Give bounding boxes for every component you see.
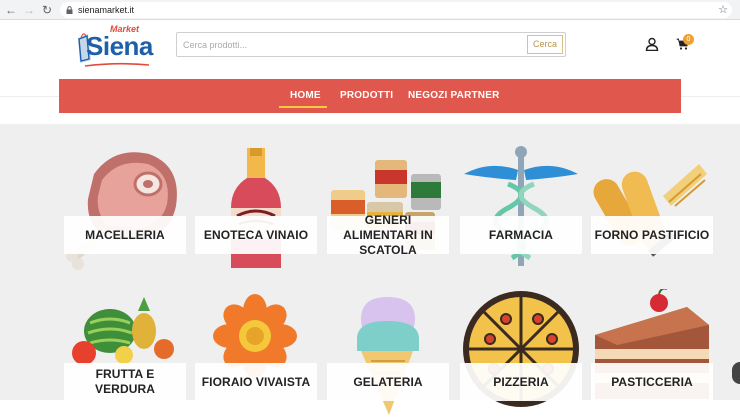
logo-siena-text: Siena — [86, 31, 153, 61]
reload-icon[interactable]: ↻ — [40, 3, 54, 17]
floating-chat-button[interactable] — [732, 362, 740, 384]
caduceus-icon — [464, 146, 578, 266]
category-tile-enoteca[interactable]: ENOTECA VINAIO — [195, 144, 317, 274]
category-label: PASTICCERIA — [591, 363, 713, 401]
back-icon[interactable]: ← — [4, 3, 18, 17]
category-label: FARMACIA — [460, 216, 582, 254]
search-button[interactable]: Cerca — [527, 35, 563, 54]
cart-count-badge: 0 — [683, 34, 694, 45]
site-logo[interactable]: Market Siena — [76, 24, 156, 68]
address-bar[interactable]: sienamarket.it ☆ — [60, 2, 732, 18]
category-label: GENERI ALIMENTARI IN SCATOLA — [327, 213, 449, 257]
category-label: FORNO PASTIFICIO — [591, 216, 713, 254]
browser-toolbar: ← → ↻ sienamarket.it ☆ — [0, 0, 740, 20]
wine-bottle-icon — [231, 148, 281, 268]
bread-icon — [593, 164, 707, 257]
category-tile-farmacia[interactable]: FARMACIA — [460, 144, 582, 274]
logo-swoosh — [84, 62, 150, 67]
lock-icon — [66, 6, 73, 14]
user-account-icon[interactable] — [645, 37, 659, 51]
category-label: ENOTECA VINAIO — [195, 216, 317, 254]
category-label: FRUTTA E VERDURA — [64, 363, 186, 401]
category-tile-macelleria[interactable]: MACELLERIA — [64, 144, 186, 274]
category-tile-alimentari[interactable]: GENERI ALIMENTARI IN SCATOLA — [327, 144, 449, 274]
bookmark-star-icon[interactable]: ☆ — [718, 2, 728, 18]
category-label: GELATERIA — [327, 363, 449, 401]
search-input[interactable] — [177, 33, 527, 56]
search-bar: Cerca — [176, 32, 566, 57]
category-grid: MACELLERIA ENOTECA VINAIO GENERI ALIMENT… — [0, 124, 740, 415]
url-text: sienamarket.it — [78, 5, 135, 15]
category-tile-forno[interactable]: FORNO PASTIFICIO — [591, 144, 713, 274]
ham-icon — [66, 152, 177, 270]
category-label: PIZZERIA — [460, 363, 582, 401]
forward-icon[interactable]: → — [22, 3, 36, 17]
category-label: MACELLERIA — [64, 216, 186, 254]
active-nav-underline — [279, 106, 327, 108]
nav-negozi-partner[interactable]: NEGOZI PARTNER — [408, 79, 500, 113]
nav-prodotti[interactable]: PRODOTTI — [340, 79, 393, 113]
category-label: FIORAIO VIVAISTA — [195, 363, 317, 401]
main-nav: HOME PRODOTTI NEGOZI PARTNER — [59, 79, 681, 113]
